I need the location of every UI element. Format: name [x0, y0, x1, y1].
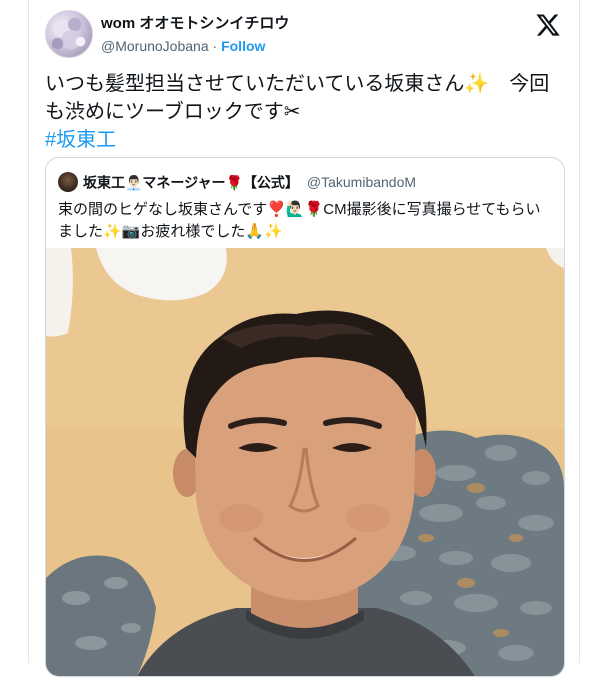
quoted-tweet[interactable]: 坂東工👨🏻‍💼マネージャー🌹【公式】 @TakumibandoM 束の間のヒゲなし…: [45, 157, 565, 677]
tweet-card: wom オオモトシンイチロウ @MorunoJobana · Follow いつ…: [28, 0, 580, 677]
x-logo-icon[interactable]: [535, 12, 561, 38]
hashtag-link[interactable]: #坂東工: [45, 129, 116, 151]
quote-avatar[interactable]: [58, 172, 78, 193]
quote-header: 坂東工👨🏻‍💼マネージャー🌹【公式】 @TakumibandoM: [58, 170, 552, 193]
separator-dot: ·: [208, 38, 222, 54]
author-handle-line: @MorunoJobana · Follow: [101, 36, 289, 56]
quote-handle: @TakumibandoM: [306, 174, 417, 191]
avatar-image: [51, 17, 86, 50]
tweet-text: いつも髪型担当させていただいている坂東さん✨ 今回も渋めにツーブロックです✂: [45, 73, 550, 123]
profile-avatar[interactable]: [45, 10, 93, 58]
tweet-body: いつも髪型担当させていただいている坂東さん✨ 今回も渋めにツーブロックです✂ #坂…: [45, 70, 565, 154]
follow-button[interactable]: Follow: [221, 38, 265, 54]
quote-text: 束の間のヒゲなし坂東さんです❣️🙋🏻‍♂️🌹CM撮影後に写真撮らせてもらいました…: [58, 201, 541, 240]
tweet-header: wom オオモトシンイチロウ @MorunoJobana · Follow: [45, 10, 563, 62]
quote-display-name: 坂東工👨🏻‍💼マネージャー🌹【公式】: [83, 174, 299, 191]
author-info: wom オオモトシンイチロウ @MorunoJobana · Follow: [101, 14, 289, 56]
author-display-name[interactable]: wom オオモトシンイチロウ: [101, 14, 289, 33]
portrait-photo[interactable]: [46, 248, 564, 676]
author-handle[interactable]: @MorunoJobana: [101, 38, 209, 54]
photo-image: [46, 248, 564, 676]
